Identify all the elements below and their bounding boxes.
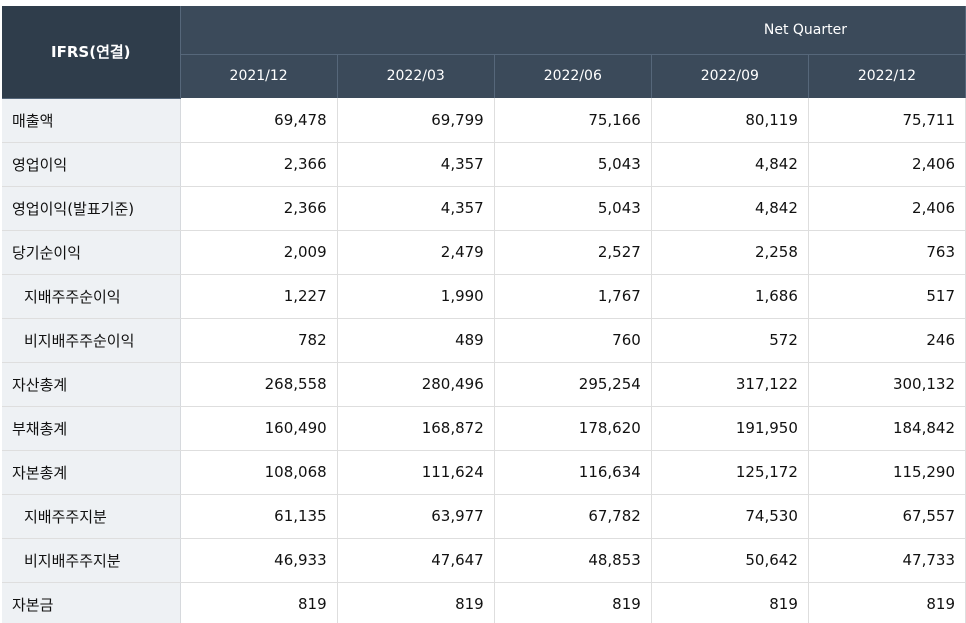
table-cell: 300,132 [808,362,966,407]
column-header: 2021/12 [180,54,338,98]
table-cell: 63,977 [337,494,495,539]
table-cell: 763 [808,230,966,275]
header-row-top: IFRS(연결) Net Quarter [2,6,966,99]
table-row: 지배주주지분 61,135 63,977 67,782 74,530 67,55… [2,494,966,539]
table-body: 매출액 69,478 69,799 75,166 80,119 75,711 영… [2,98,966,623]
row-label: 자본금 [2,582,181,623]
table-cell: 48,853 [494,538,652,583]
table-cell: 1,990 [337,274,495,319]
financial-summary-table: IFRS(연결) Net Quarter 2021/12 2022/03 202… [2,6,966,623]
table-cell: 67,782 [494,494,652,539]
table-cell: 178,620 [494,406,652,451]
table-cell: 2,009 [180,230,338,275]
table-cell: 2,527 [494,230,652,275]
table-cell: 819 [180,582,338,623]
table-cell: 317,122 [651,362,809,407]
table-cell: 108,068 [180,450,338,495]
table-cell: 125,172 [651,450,809,495]
table-row: 자본금 819 819 819 819 819 [2,582,966,623]
table-header: IFRS(연결) Net Quarter 2021/12 2022/03 202… [2,6,966,99]
table-cell: 2,406 [808,142,966,187]
table-cell: 246 [808,318,966,363]
column-header: 2022/12 [808,54,966,98]
table-row: 비지배주주순이익 782 489 760 572 246 [2,318,966,363]
table-cell: 111,624 [337,450,495,495]
row-label: 매출액 [2,98,181,143]
table-cell: 517 [808,274,966,319]
table-cell: 69,799 [337,98,495,143]
table-cell: 489 [337,318,495,363]
column-header: 2022/09 [651,54,809,98]
row-label: 자산총계 [2,362,181,407]
table-row: 부채총계 160,490 168,872 178,620 191,950 184… [2,406,966,451]
table-cell: 268,558 [180,362,338,407]
table-cell: 2,406 [808,186,966,231]
row-label: 영업이익(발표기준) [2,186,181,231]
table-cell: 4,357 [337,142,495,187]
table-row: 영업이익 2,366 4,357 5,043 4,842 2,406 [2,142,966,187]
row-label: 부채총계 [2,406,181,451]
table-cell: 191,950 [651,406,809,451]
table-cell: 160,490 [180,406,338,451]
table-cell: 782 [180,318,338,363]
table-cell: 47,733 [808,538,966,583]
column-header: 2022/03 [337,54,495,98]
table-cell: 61,135 [180,494,338,539]
table-row: 매출액 69,478 69,799 75,166 80,119 75,711 [2,98,966,143]
table-row: 비지배주주지분 46,933 47,647 48,853 50,642 47,7… [2,538,966,583]
table-cell: 168,872 [337,406,495,451]
table-cell: 1,767 [494,274,652,319]
table-cell: 46,933 [180,538,338,583]
table-cell: 819 [337,582,495,623]
table-cell: 4,842 [651,142,809,187]
row-label: 당기순이익 [2,230,181,275]
table-cell: 47,647 [337,538,495,583]
table-cell: 819 [494,582,652,623]
table-cell: 1,686 [651,274,809,319]
table-cell: 75,711 [808,98,966,143]
table-cell: 116,634 [494,450,652,495]
table-cell: 2,258 [651,230,809,275]
table-row: 자산총계 268,558 280,496 295,254 317,122 300… [2,362,966,407]
table-cell: 50,642 [651,538,809,583]
table-cell: 75,166 [494,98,652,143]
table-cell: 115,290 [808,450,966,495]
table-cell: 4,357 [337,186,495,231]
table-cell: 5,043 [494,186,652,231]
row-label: 비지배주주지분 [2,538,181,583]
table-cell: 280,496 [337,362,495,407]
table-cell: 4,842 [651,186,809,231]
row-label: 영업이익 [2,142,181,187]
row-label: 비지배주주순이익 [2,318,181,363]
table-row: 지배주주순이익 1,227 1,990 1,767 1,686 517 [2,274,966,319]
column-header: 2022/06 [494,54,652,98]
table-cell: 2,366 [180,142,338,187]
table-cell: 184,842 [808,406,966,451]
row-label: 자본총계 [2,450,181,495]
table-cell: 80,119 [651,98,809,143]
table-cell: 572 [651,318,809,363]
table-row: 당기순이익 2,009 2,479 2,527 2,258 763 [2,230,966,275]
table-cell: 819 [651,582,809,623]
row-label: 지배주주순이익 [2,274,181,319]
table-row: 영업이익(발표기준) 2,366 4,357 5,043 4,842 2,406 [2,186,966,231]
row-label: 지배주주지분 [2,494,181,539]
header-corner-label: IFRS(연결) [2,6,181,99]
header-period-label: Net Quarter [180,6,966,55]
table-cell: 5,043 [494,142,652,187]
table-cell: 819 [808,582,966,623]
financial-table-view: IFRS(연결) Net Quarter 2021/12 2022/03 202… [0,0,966,623]
table-cell: 69,478 [180,98,338,143]
table-row: 자본총계 108,068 111,624 116,634 125,172 115… [2,450,966,495]
table-cell: 295,254 [494,362,652,407]
table-cell: 1,227 [180,274,338,319]
table-cell: 2,366 [180,186,338,231]
table-cell: 67,557 [808,494,966,539]
table-cell: 760 [494,318,652,363]
table-cell: 74,530 [651,494,809,539]
table-cell: 2,479 [337,230,495,275]
